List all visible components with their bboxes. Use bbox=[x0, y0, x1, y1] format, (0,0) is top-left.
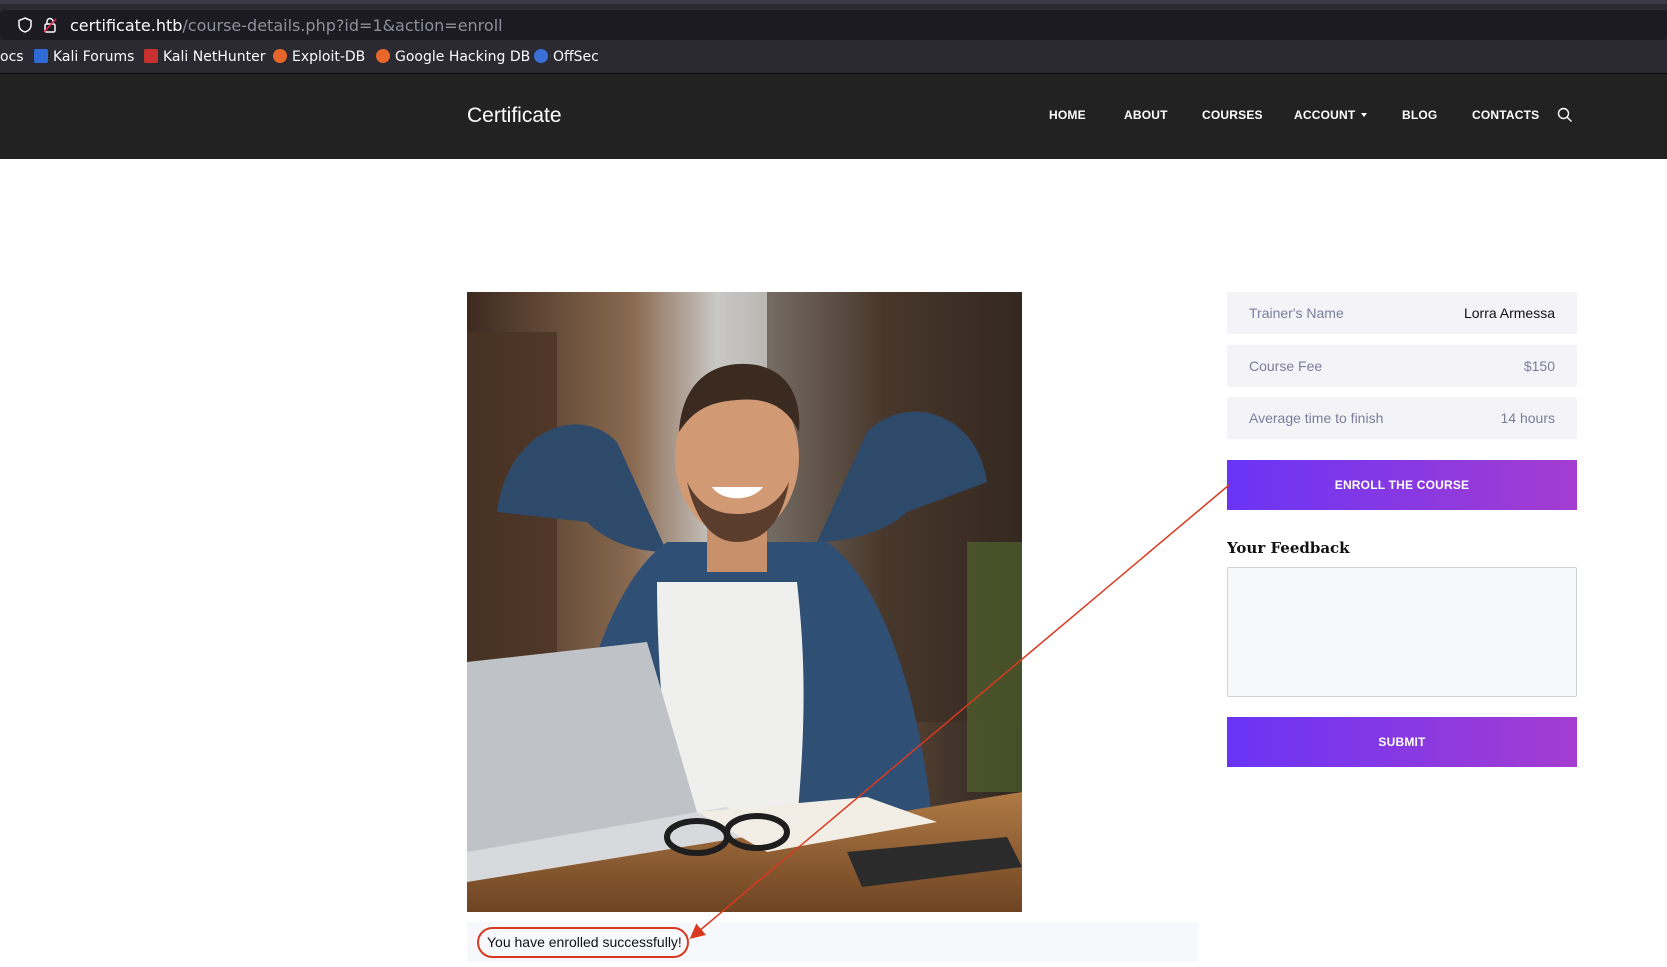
url-path: /course-details.php?id=1&action=enroll bbox=[182, 16, 503, 35]
bookmark-docs[interactable]: ocs bbox=[0, 49, 24, 65]
info-label: Trainer's Name bbox=[1249, 305, 1344, 321]
chevron-down-icon bbox=[1361, 113, 1368, 117]
nav-blog[interactable]: BLOG bbox=[1402, 108, 1437, 122]
search-icon[interactable] bbox=[1557, 107, 1573, 123]
enroll-button[interactable]: ENROLL THE COURSE bbox=[1227, 460, 1577, 510]
info-value: Lorra Armessa bbox=[1463, 305, 1555, 321]
info-row-trainer: Trainer's Name Lorra Armessa bbox=[1227, 292, 1577, 334]
ghdb-icon bbox=[376, 49, 390, 63]
url-field[interactable]: certificate.htb/course-details.php?id=1&… bbox=[0, 10, 1667, 40]
course-photo-illustration bbox=[467, 292, 1022, 912]
url-host: certificate.htb bbox=[70, 16, 183, 35]
bookmark-offsec[interactable]: OffSec bbox=[534, 49, 599, 65]
nethunter-icon bbox=[144, 49, 158, 63]
course-photo bbox=[467, 292, 1022, 912]
bookmark-label: Google Hacking DB bbox=[395, 49, 531, 65]
bookmarks-bar: ocs Kali Forums Kali NetHunter Exploit-D… bbox=[0, 40, 1667, 74]
bookmark-kali-nethunter[interactable]: Kali NetHunter bbox=[144, 49, 265, 65]
success-message: You have enrolled successfully! bbox=[487, 934, 682, 950]
bookmark-exploit-db[interactable]: Exploit-DB bbox=[273, 49, 365, 65]
browser-url-bar: certificate.htb/course-details.php?id=1&… bbox=[0, 0, 1667, 40]
bookmark-label: Kali Forums bbox=[53, 49, 135, 65]
nav-account[interactable]: ACCOUNT bbox=[1294, 108, 1368, 122]
feedback-title: Your Feedback bbox=[1227, 539, 1350, 557]
submit-button[interactable]: SUBMIT bbox=[1227, 717, 1577, 767]
nav-account-label: ACCOUNT bbox=[1294, 108, 1356, 122]
info-row-fee: Course Fee $150 bbox=[1227, 345, 1577, 387]
bookmark-label: Exploit-DB bbox=[292, 49, 366, 65]
bookmark-kali-forums[interactable]: Kali Forums bbox=[34, 49, 134, 65]
nav-courses[interactable]: COURSES bbox=[1202, 108, 1263, 122]
kali-forums-icon bbox=[34, 49, 48, 63]
site-brand[interactable]: Certificate bbox=[467, 104, 562, 128]
url-text: certificate.htb/course-details.php?id=1&… bbox=[70, 16, 503, 35]
nav-about[interactable]: ABOUT bbox=[1124, 108, 1168, 122]
info-label: Course Fee bbox=[1249, 358, 1323, 374]
offsec-icon bbox=[534, 49, 548, 63]
info-row-time: Average time to finish 14 hours bbox=[1227, 397, 1577, 439]
bookmark-label: OffSec bbox=[553, 49, 599, 65]
bookmark-label: Kali NetHunter bbox=[163, 49, 266, 65]
lock-icon[interactable] bbox=[41, 16, 59, 34]
nav-home[interactable]: HOME bbox=[1049, 108, 1086, 122]
info-label: Average time to finish bbox=[1249, 410, 1384, 426]
nav-contacts[interactable]: CONTACTS bbox=[1472, 108, 1539, 122]
exploit-db-icon bbox=[273, 49, 287, 63]
site-header: Certificate HOME ABOUT COURSES ACCOUNT B… bbox=[0, 74, 1667, 159]
info-value: $150 bbox=[1523, 358, 1555, 374]
bookmark-google-hacking-db[interactable]: Google Hacking DB bbox=[376, 49, 530, 65]
bookmark-label: ocs bbox=[0, 49, 24, 65]
shield-icon[interactable] bbox=[16, 16, 34, 34]
info-value: 14 hours bbox=[1500, 410, 1555, 426]
feedback-textarea[interactable] bbox=[1227, 567, 1577, 697]
enroll-success-alert: You have enrolled successfully! bbox=[467, 922, 1198, 962]
